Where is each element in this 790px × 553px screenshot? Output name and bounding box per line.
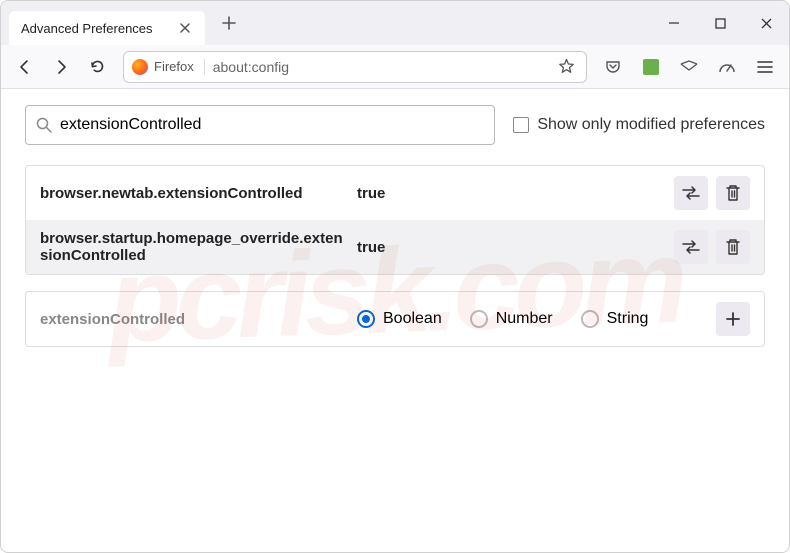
extension-button[interactable] <box>635 51 667 83</box>
maximize-button[interactable] <box>697 1 743 45</box>
pref-row: browser.startup.homepage_override.extens… <box>26 220 764 274</box>
add-pref-button[interactable] <box>716 302 750 336</box>
content-area: Show only modified preferences browser.n… <box>1 89 789 363</box>
speedometer-button[interactable] <box>711 51 743 83</box>
radio-number-label: Number <box>496 310 553 328</box>
reload-button[interactable] <box>81 51 113 83</box>
new-pref-row: extensionControlled Boolean Number Strin… <box>25 291 765 347</box>
bookmark-star-button[interactable] <box>554 58 578 75</box>
pref-name: browser.newtab.extensionControlled <box>40 185 345 202</box>
show-modified-only-label: Show only modified preferences <box>537 116 765 134</box>
url-text: about:config <box>213 59 554 75</box>
toggle-button[interactable] <box>674 176 708 210</box>
pref-name: browser.startup.homepage_override.extens… <box>40 230 345 264</box>
new-pref-name: extensionControlled <box>40 311 345 328</box>
type-radio-group: Boolean Number String <box>357 310 704 328</box>
url-bar[interactable]: Firefox about:config <box>123 51 587 83</box>
pref-row: browser.newtab.extensionControlled true <box>26 166 764 220</box>
toggle-button[interactable] <box>674 230 708 264</box>
radio-boolean-label: Boolean <box>383 310 442 328</box>
radio-icon <box>581 310 599 328</box>
radio-boolean[interactable]: Boolean <box>357 310 442 328</box>
radio-icon <box>470 310 488 328</box>
radio-string-label: String <box>607 310 649 328</box>
extension-icon <box>643 59 659 75</box>
delete-button[interactable] <box>716 176 750 210</box>
radio-string[interactable]: String <box>581 310 649 328</box>
identity-box[interactable]: Firefox <box>132 59 205 75</box>
search-icon <box>36 117 52 133</box>
tab-close-button[interactable] <box>177 20 193 36</box>
identity-label: Firefox <box>154 59 194 74</box>
close-window-button[interactable] <box>743 1 789 45</box>
minimize-button[interactable] <box>651 1 697 45</box>
checkbox-icon <box>513 117 529 133</box>
title-bar: Advanced Preferences <box>1 1 789 45</box>
forward-button[interactable] <box>45 51 77 83</box>
delete-button[interactable] <box>716 230 750 264</box>
app-menu-button[interactable] <box>749 51 781 83</box>
radio-icon <box>357 310 375 328</box>
browser-toolbar: Firefox about:config <box>1 45 789 89</box>
pref-search-box[interactable] <box>25 105 495 145</box>
pref-table: browser.newtab.extensionControlled true … <box>25 165 765 275</box>
window-controls <box>651 1 789 45</box>
pref-value: true <box>357 239 662 256</box>
firefox-icon <box>132 59 148 75</box>
tab-title: Advanced Preferences <box>21 21 153 36</box>
mail-button[interactable] <box>673 51 705 83</box>
pocket-button[interactable] <box>597 51 629 83</box>
radio-number[interactable]: Number <box>470 310 553 328</box>
show-modified-only-checkbox[interactable]: Show only modified preferences <box>513 116 765 134</box>
pref-value: true <box>357 185 662 202</box>
pref-search-input[interactable] <box>60 116 484 134</box>
browser-tab[interactable]: Advanced Preferences <box>9 11 205 45</box>
new-tab-button[interactable] <box>213 7 245 39</box>
back-button[interactable] <box>9 51 41 83</box>
